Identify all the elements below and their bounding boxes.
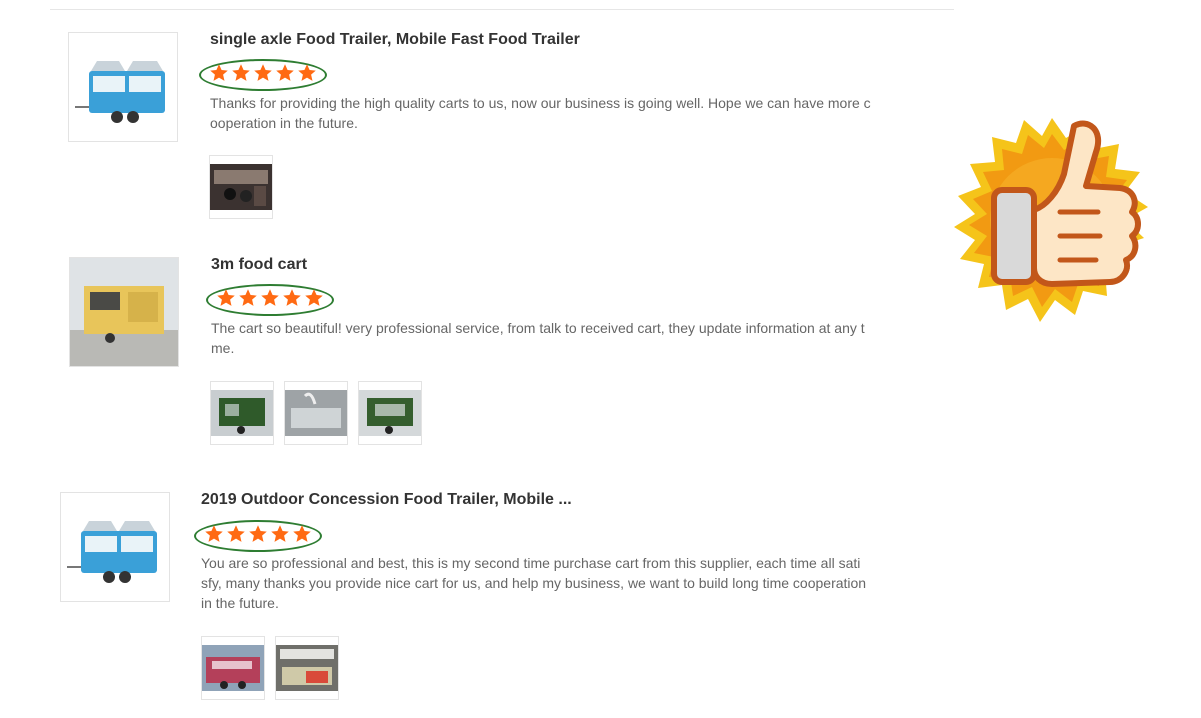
star-icon <box>271 525 289 542</box>
star-icon <box>205 525 223 542</box>
product-thumbnail[interactable] <box>68 32 178 142</box>
yellow-cart-image <box>70 258 178 366</box>
product-thumbnail[interactable] <box>60 492 170 602</box>
review-product-title[interactable]: 2019 Outdoor Concession Food Trailer, Mo… <box>201 491 572 509</box>
review-text: The cart so beautiful! very professional… <box>211 320 865 356</box>
star-icon <box>305 289 323 306</box>
review-photos <box>210 381 422 445</box>
star-icon <box>261 289 279 306</box>
star-icon <box>283 289 301 306</box>
star-icon <box>239 289 257 306</box>
review-photo[interactable] <box>201 636 265 700</box>
star-rating <box>206 284 334 316</box>
star-icon <box>210 64 228 81</box>
product-thumbnail[interactable] <box>69 257 179 367</box>
star-icon <box>232 64 250 81</box>
star-icon <box>276 64 294 81</box>
review-photo[interactable] <box>284 381 348 445</box>
star-icon <box>293 525 311 542</box>
review-photos <box>209 155 273 219</box>
star-icon <box>227 525 245 542</box>
review-photo[interactable] <box>275 636 339 700</box>
review-text: Thanks for providing the high quality ca… <box>210 95 871 131</box>
star-icon <box>298 64 316 81</box>
review-photo[interactable] <box>209 155 273 219</box>
star-icon <box>249 525 267 542</box>
star-icon <box>217 289 235 306</box>
blue-trailer-image <box>75 61 165 123</box>
review-product-title[interactable]: 3m food cart <box>211 256 307 274</box>
review-text: You are so professional and best, this i… <box>201 555 867 611</box>
top-divider <box>50 9 954 10</box>
review-photo[interactable] <box>210 381 274 445</box>
review-product-title[interactable]: single axle Food Trailer, Mobile Fast Fo… <box>210 31 580 49</box>
star-icon <box>254 64 272 81</box>
blue-trailer-image <box>67 521 157 583</box>
review-photos <box>201 636 339 700</box>
star-rating <box>199 59 327 91</box>
review-photo[interactable] <box>358 381 422 445</box>
star-rating <box>194 520 322 552</box>
thumbs-up-badge-icon <box>954 118 1148 322</box>
